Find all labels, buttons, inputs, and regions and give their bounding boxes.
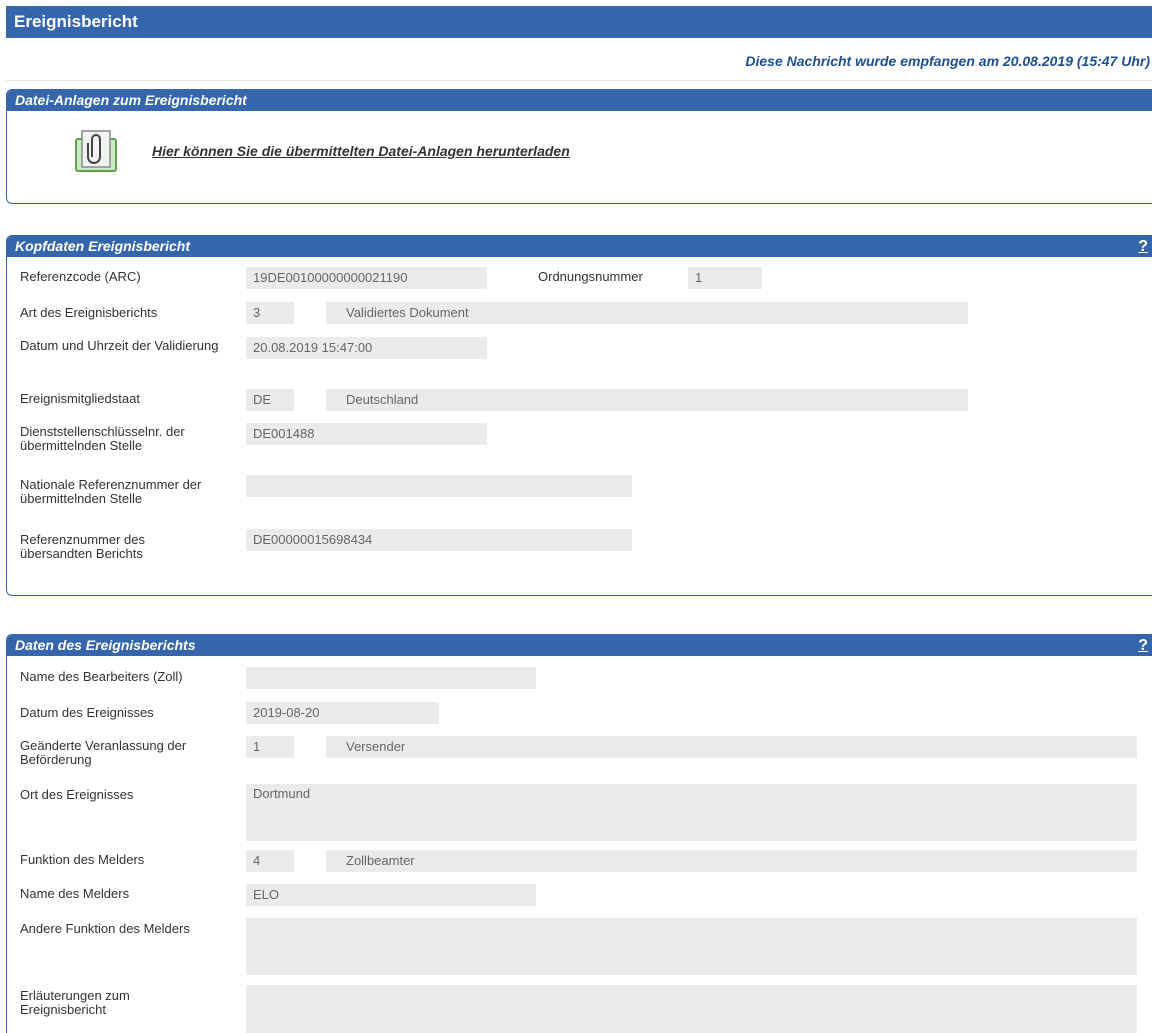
referenznummer-label: Referenznummer des übersandten Berichts — [20, 532, 145, 561]
ort-field: Dortmund — [246, 784, 1137, 841]
ereignisdatum-field: 2019-08-20 — [246, 702, 439, 724]
attachment-row: Hier können Sie die übermittelten Datei-… — [72, 127, 772, 177]
kopfdaten-panel-title: Kopfdaten Ereignisbericht ? — [7, 236, 1152, 257]
mitgliedstaat-label: Ereignismitgliedstaat — [20, 391, 140, 406]
erlaeuterungen-label: Erläuterungen zum Ereignisbericht — [20, 988, 130, 1017]
mitgliedstaat-text-field: Deutschland — [326, 389, 968, 411]
funktion-text-field: Zollbeamter — [326, 850, 1137, 872]
received-timestamp: Diese Nachricht wurde empfangen am 20.08… — [745, 53, 1150, 69]
bearbeiter-label: Name des Bearbeiters (Zoll) — [20, 669, 183, 684]
referenznummer-field: DE00000015698434 — [246, 529, 632, 551]
veranlassung-text-field: Versender — [326, 736, 1137, 758]
kopfdaten-title-text: Kopfdaten Ereignisbericht — [15, 238, 191, 254]
arc-field: 19DE00100000000021190 — [246, 267, 487, 289]
nationale-referenz-field — [246, 475, 632, 497]
help-icon[interactable]: ? — [1138, 635, 1148, 656]
attachments-panel-title: Datei-Anlagen zum Ereignisbericht — [7, 90, 1152, 111]
andere-funktion-label: Andere Funktion des Melders — [20, 921, 190, 936]
melder-field: ELO — [246, 884, 536, 906]
funktion-code-field: 4 — [246, 850, 294, 872]
nationale-referenz-label: Nationale Referenznummer der übermitteln… — [20, 477, 202, 506]
ordnungsnummer-label: Ordnungsnummer — [538, 269, 643, 284]
mitgliedstaat-code-field: DE — [246, 389, 294, 411]
andere-funktion-field — [246, 918, 1137, 975]
dienststelle-label: Dienststellenschlüsselnr. der übermittel… — [20, 424, 185, 453]
validierung-label: Datum und Uhrzeit der Validierung — [20, 338, 219, 353]
ordnungsnummer-field: 1 — [688, 267, 762, 289]
ort-label: Ort des Ereignisses — [20, 787, 134, 802]
validierung-field: 20.08.2019 15:47:00 — [246, 337, 487, 359]
arc-label: Referenzcode (ARC) — [20, 269, 141, 284]
divider — [6, 80, 1152, 81]
ereignisdatum-label: Datum des Ereignisses — [20, 705, 154, 720]
help-icon[interactable]: ? — [1138, 236, 1148, 257]
erlaeuterungen-field — [246, 985, 1137, 1033]
melder-label: Name des Melders — [20, 886, 130, 901]
art-text-field: Validiertes Dokument — [326, 302, 968, 324]
download-attachments-link[interactable]: Hier können Sie die übermittelten Datei-… — [152, 143, 570, 159]
funktion-label: Funktion des Melders — [20, 852, 145, 867]
daten-title-text: Daten des Ereignisberichts — [15, 637, 196, 653]
veranlassung-code-field: 1 — [246, 736, 294, 758]
bearbeiter-field — [246, 667, 536, 689]
paperclip-icon[interactable] — [72, 127, 120, 173]
veranlassung-label: Geänderte Veranlassung der Beförderung — [20, 738, 187, 767]
art-code-field: 3 — [246, 302, 294, 324]
art-label: Art des Ereignisberichts — [20, 305, 158, 320]
dienststelle-field: DE001488 — [246, 423, 487, 445]
daten-panel-title: Daten des Ereignisberichts ? — [7, 635, 1152, 656]
page-title: Ereignisbericht — [6, 6, 1152, 38]
